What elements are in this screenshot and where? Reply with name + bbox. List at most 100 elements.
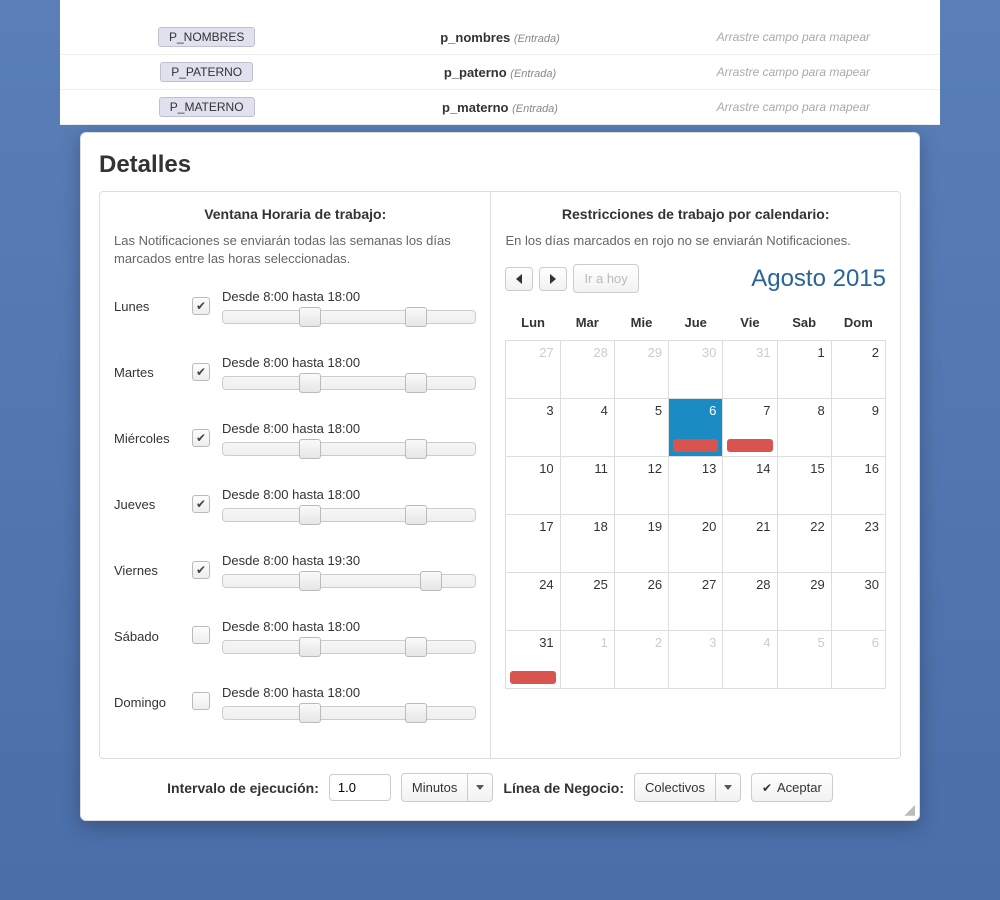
slider-handle-start[interactable] (299, 505, 321, 525)
calendar-day[interactable]: 29 (777, 573, 831, 631)
calendar-day[interactable]: 5 (777, 631, 831, 689)
calendar-day[interactable]: 17 (506, 515, 560, 573)
day-checkbox[interactable] (192, 297, 210, 315)
lob-dropdown[interactable]: Colectivos (634, 773, 741, 802)
slider-handle-end[interactable] (420, 571, 442, 591)
calendar-day[interactable]: 2 (614, 631, 668, 689)
day-checkbox[interactable] (192, 495, 210, 513)
day-range-slider[interactable] (222, 706, 476, 720)
calendar-day[interactable]: 27 (506, 341, 560, 399)
day-range-slider[interactable] (222, 310, 476, 324)
calendar-day[interactable]: 4 (560, 399, 614, 457)
slider-handle-end[interactable] (405, 373, 427, 393)
calendar-day[interactable]: 23 (831, 515, 885, 573)
lob-dropdown-caret[interactable] (716, 773, 741, 802)
cal-next-button[interactable] (539, 267, 567, 291)
bg-row: P_NOMBRESp_nombres (Entrada)Arrastre cam… (60, 20, 940, 55)
unit-dropdown[interactable]: Minutos (401, 773, 494, 802)
slider-handle-end[interactable] (405, 307, 427, 327)
calendar-day[interactable]: 31 (723, 341, 777, 399)
calendar-day[interactable]: 5 (614, 399, 668, 457)
day-checkbox[interactable] (192, 626, 210, 644)
calendar-day[interactable]: 8 (777, 399, 831, 457)
calendar-day[interactable]: 18 (560, 515, 614, 573)
calendar-day[interactable]: 9 (831, 399, 885, 457)
slider-handle-end[interactable] (405, 439, 427, 459)
day-range-slider[interactable] (222, 376, 476, 390)
calendar-day[interactable]: 6 (831, 631, 885, 689)
field-placeholder[interactable]: Arrastre campo para mapear (647, 100, 940, 114)
calendar-event-bar (510, 671, 555, 684)
calendar-day[interactable]: 28 (723, 573, 777, 631)
unit-dropdown-caret[interactable] (468, 773, 493, 802)
calendar-day[interactable]: 27 (669, 573, 723, 631)
calendar-day[interactable]: 22 (777, 515, 831, 573)
day-checkbox[interactable] (192, 561, 210, 579)
day-checkbox[interactable] (192, 429, 210, 447)
slider-handle-end[interactable] (405, 703, 427, 723)
slider-handle-start[interactable] (299, 307, 321, 327)
interval-input[interactable] (329, 774, 391, 801)
calendar-day[interactable]: 3 (506, 399, 560, 457)
slider-handle-start[interactable] (299, 439, 321, 459)
calendar-day[interactable]: 3 (669, 631, 723, 689)
details-modal: Detalles Ventana Horaria de trabajo: Las… (80, 132, 920, 821)
day-row: LunesDesde 8:00 hasta 18:00 (114, 282, 476, 330)
field-badge[interactable]: P_PATERNO (160, 62, 253, 82)
field-placeholder[interactable]: Arrastre campo para mapear (647, 65, 940, 79)
calendar-desc: En los días marcados en rojo no se envia… (505, 232, 886, 250)
slider-handle-start[interactable] (299, 373, 321, 393)
calendar-day[interactable]: 13 (669, 457, 723, 515)
calendar-day[interactable]: 10 (506, 457, 560, 515)
calendar-day[interactable]: 1 (560, 631, 614, 689)
calendar-day[interactable]: 7 (723, 399, 777, 457)
slider-handle-end[interactable] (405, 637, 427, 657)
field-badge[interactable]: P_NOMBRES (158, 27, 255, 47)
slider-handle-start[interactable] (299, 703, 321, 723)
day-range-label: Desde 8:00 hasta 18:00 (222, 421, 476, 436)
cal-prev-button[interactable] (505, 267, 533, 291)
day-range-slider[interactable] (222, 508, 476, 522)
calendar-grid: LunMarMieJueVieSabDom 272829303112345678… (505, 305, 886, 689)
calendar-day[interactable]: 20 (669, 515, 723, 573)
day-checkbox[interactable] (192, 692, 210, 710)
lob-dropdown-label[interactable]: Colectivos (634, 773, 716, 802)
caret-down-icon (724, 785, 732, 790)
day-range-slider[interactable] (222, 640, 476, 654)
work-window-desc: Las Notificaciones se enviarán todas las… (114, 232, 476, 268)
accept-button[interactable]: Aceptar (751, 773, 833, 802)
calendar-day[interactable]: 30 (831, 573, 885, 631)
unit-dropdown-label[interactable]: Minutos (401, 773, 469, 802)
calendar-day[interactable]: 1 (777, 341, 831, 399)
calendar-day[interactable]: 12 (614, 457, 668, 515)
slider-handle-start[interactable] (299, 571, 321, 591)
field-placeholder[interactable]: Arrastre campo para mapear (647, 30, 940, 44)
field-badge[interactable]: P_MATERNO (159, 97, 255, 117)
calendar-day[interactable]: 21 (723, 515, 777, 573)
field-mid: p_paterno (444, 65, 507, 80)
day-range-slider[interactable] (222, 442, 476, 456)
calendar-day[interactable]: 4 (723, 631, 777, 689)
calendar-day[interactable]: 24 (506, 573, 560, 631)
calendar-day[interactable]: 11 (560, 457, 614, 515)
slider-handle-start[interactable] (299, 637, 321, 657)
calendar-day[interactable]: 25 (560, 573, 614, 631)
calendar-day[interactable]: 31 (506, 631, 560, 689)
cal-today-button[interactable]: Ir a hoy (573, 264, 638, 293)
calendar-day[interactable]: 2 (831, 341, 885, 399)
resize-handle-icon[interactable]: ◢ (904, 801, 915, 818)
calendar-weekday: Vie (723, 305, 777, 341)
calendar-day[interactable]: 6 (669, 399, 723, 457)
calendar-day[interactable]: 16 (831, 457, 885, 515)
calendar-day[interactable]: 15 (777, 457, 831, 515)
calendar-day[interactable]: 30 (669, 341, 723, 399)
day-range-slider[interactable] (222, 574, 476, 588)
calendar-day[interactable]: 19 (614, 515, 668, 573)
day-checkbox[interactable] (192, 363, 210, 381)
calendar-day[interactable]: 14 (723, 457, 777, 515)
calendar-day[interactable]: 26 (614, 573, 668, 631)
day-range-label: Desde 8:00 hasta 18:00 (222, 685, 476, 700)
slider-handle-end[interactable] (405, 505, 427, 525)
calendar-day[interactable]: 29 (614, 341, 668, 399)
calendar-day[interactable]: 28 (560, 341, 614, 399)
